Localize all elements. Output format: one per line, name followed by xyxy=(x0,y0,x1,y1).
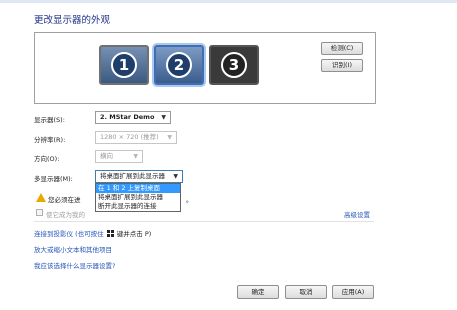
windows-logo-icon xyxy=(106,230,114,237)
chevron-down-icon: ▼ xyxy=(173,173,178,180)
detect-button[interactable]: 检测(C) xyxy=(321,42,363,55)
resolution-label: 分辨率(R): xyxy=(34,136,66,144)
multi-display-select-value: 将桌面扩展到此显示器 xyxy=(100,172,165,180)
identify-button[interactable]: 识别(I) xyxy=(321,59,363,72)
make-main-display-label: 使它成为我的 xyxy=(46,211,85,219)
ok-button[interactable]: 确定 xyxy=(237,285,279,299)
orientation-label: 方向(O): xyxy=(34,155,60,163)
monitor-2[interactable]: 2 xyxy=(154,45,204,85)
divider xyxy=(34,221,374,222)
apply-button[interactable]: 应用(A) xyxy=(332,285,374,299)
projector-link-suffix: 键并点击 P) xyxy=(116,230,152,238)
monitor-number: 1 xyxy=(111,52,137,78)
chevron-down-icon: ▼ xyxy=(167,134,172,141)
multi-display-select[interactable]: 将桌面扩展到此显示器 ▼ xyxy=(95,170,183,183)
monitor-1[interactable]: 1 xyxy=(99,45,149,85)
orientation-select-value: 横向 xyxy=(100,152,113,160)
cancel-button[interactable]: 取消 xyxy=(285,285,327,299)
multi-display-label: 多显示器(M): xyxy=(34,175,73,183)
display-settings-help-link[interactable]: 我应该选择什么显示器设置? xyxy=(34,260,115,270)
dropdown-option-extend[interactable]: 将桌面扩展到此显示器 xyxy=(96,193,180,202)
monitor-preview-area[interactable]: 1 2 3 检测(C) 识别(I) xyxy=(34,32,376,104)
warning-text-suffix: 。 xyxy=(186,196,193,204)
warning-icon xyxy=(36,193,46,202)
advanced-settings-link[interactable]: 高级设置 xyxy=(344,209,370,219)
resolution-select[interactable]: 1280 × 720 (推荐) ▼ xyxy=(95,131,177,144)
page-title: 更改显示器的外观 xyxy=(34,15,111,26)
dropdown-option-disconnect[interactable]: 断开此显示器的连接 xyxy=(96,202,180,211)
projector-link[interactable]: 连接到投影仪 (也可按住 键并点击 P) xyxy=(34,228,151,238)
projector-link-prefix: 连接到投影仪 (也可按住 xyxy=(34,230,104,238)
window-top-band xyxy=(0,0,457,3)
dropdown-option-duplicate[interactable]: 在 1 和 2 上复制桌面 xyxy=(96,184,180,193)
multi-display-dropdown[interactable]: 在 1 和 2 上复制桌面 将桌面扩展到此显示器 断开此显示器的连接 xyxy=(95,183,181,212)
monitor-number: 3 xyxy=(221,52,247,78)
resolution-select-value: 1280 × 720 (推荐) xyxy=(100,133,159,141)
monitor-number: 2 xyxy=(166,52,192,78)
chevron-down-icon: ▼ xyxy=(161,114,166,121)
orientation-select[interactable]: 横向 ▼ xyxy=(95,150,143,163)
warning-text-prefix: 您必须在进 xyxy=(48,196,81,204)
display-select-value: 2. MStar Demo xyxy=(100,113,155,121)
monitor-3[interactable]: 3 xyxy=(209,45,259,85)
display-label: 显示器(S): xyxy=(34,116,65,124)
make-main-display-checkbox[interactable] xyxy=(36,209,43,216)
display-select[interactable]: 2. MStar Demo ▼ xyxy=(95,111,171,124)
chevron-down-icon: ▼ xyxy=(133,153,138,160)
text-size-link[interactable]: 放大或缩小文本和其他项目 xyxy=(34,244,112,254)
